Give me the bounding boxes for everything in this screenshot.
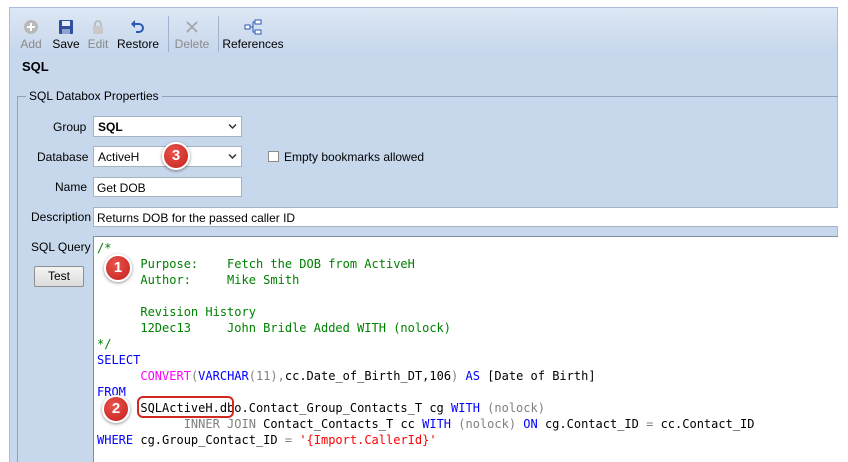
add-button[interactable]: Add [16,8,46,56]
code-line: INNER JOIN Contact_Contacts_T cc WITH (n… [97,416,755,432]
code-token: (11), [248,369,285,383]
empty-bookmarks-label: Empty bookmarks allowed [284,150,425,164]
empty-bookmarks-checkbox[interactable] [268,151,279,162]
code-token: cc.Date_of_Birth_DT,106 [284,369,452,383]
code-token: = [284,433,293,447]
callout-badge-3: 3 [162,142,190,170]
group-select[interactable]: SQL [93,116,242,137]
name-value: Get DOB [97,181,146,195]
group-label: Group [53,120,87,134]
delete-icon [186,21,198,33]
code-token: INNER JOIN [183,417,256,431]
sql-query-label: SQL Query [31,240,91,254]
highlight-box [137,396,234,418]
code-line: */ [97,337,112,351]
callout-badge-1: 1 [104,254,132,282]
code-token: (nolock) [451,417,524,431]
description-field[interactable]: Returns DOB for the passed caller ID [93,207,838,227]
panel-header: SQL [9,55,838,81]
code-line: /* [97,241,112,255]
toolbar-separator [168,16,169,52]
page-title: SQL [22,59,49,74]
code-token: Contact_Contacts_T cc [255,417,423,431]
chevron-down-icon [228,123,237,130]
code-token: CONVERT [140,369,191,383]
code-line: Revision History [97,305,256,319]
code-token: WITH [451,401,480,415]
code-token: cg.Contact_ID [537,417,647,431]
save-label: Save [52,37,80,51]
add-icon [24,20,38,34]
toolbar-separator [218,16,219,52]
test-button[interactable]: Test [34,266,84,287]
database-label: Database [37,150,89,164]
sql-query-editor[interactable]: /* Purpose: Fetch the DOB from ActiveH A… [93,236,838,462]
code-token: cc.Contact_ID [653,417,755,431]
code-line: SELECT [97,353,141,367]
code-token: [Date of Birth] [487,369,596,383]
edit-label: Edit [87,37,109,51]
restore-label: Restore [116,37,160,51]
code-line: WHERE cg.Group_Contact_ID = '{Import.Cal… [97,432,437,448]
save-icon [59,20,73,34]
save-button[interactable]: Save [52,8,80,56]
toolbar: Add Save Edit Restore Delete References [9,7,838,55]
code-line: CONVERT(VARCHAR(11),cc.Date_of_Birth_DT,… [97,368,596,384]
code-token: cg.Group_Contact_ID [133,433,285,447]
name-field[interactable]: Get DOB [93,177,242,197]
delete-label: Delete [174,37,210,51]
code-token: ON [523,417,538,431]
references-button[interactable]: References [222,8,284,56]
chevron-down-icon [228,153,237,160]
groupbox-legend: SQL Databox Properties [26,89,162,103]
sql-databox-window: Add Save Edit Restore Delete References … [0,0,848,462]
code-token: WITH [422,417,452,431]
code-token: (nolock) [479,401,545,415]
references-icon [244,19,262,35]
delete-button[interactable]: Delete [174,8,210,56]
add-label: Add [20,37,42,51]
code-token: VARCHAR [198,369,249,383]
code-line: Purpose: Fetch the DOB from ActiveH [97,257,415,271]
code-token: '{Import.CallerId}' [299,433,437,447]
lock-icon [93,20,103,34]
undo-icon [131,20,144,33]
name-label: Name [55,180,88,194]
restore-button[interactable]: Restore [116,8,160,56]
code-token: WHERE [97,433,134,447]
group-value: SQL [98,120,123,134]
code-line: 12Dec13 John Bridle Added WITH (nolock) [97,321,452,335]
code-token: AS [458,369,488,383]
database-value: ActiveH [98,150,140,164]
description-value: Returns DOB for the passed caller ID [97,211,296,225]
description-label: Description [31,210,92,224]
references-label: References [222,37,284,51]
edit-button[interactable]: Edit [86,8,110,56]
callout-badge-2: 2 [102,395,130,423]
